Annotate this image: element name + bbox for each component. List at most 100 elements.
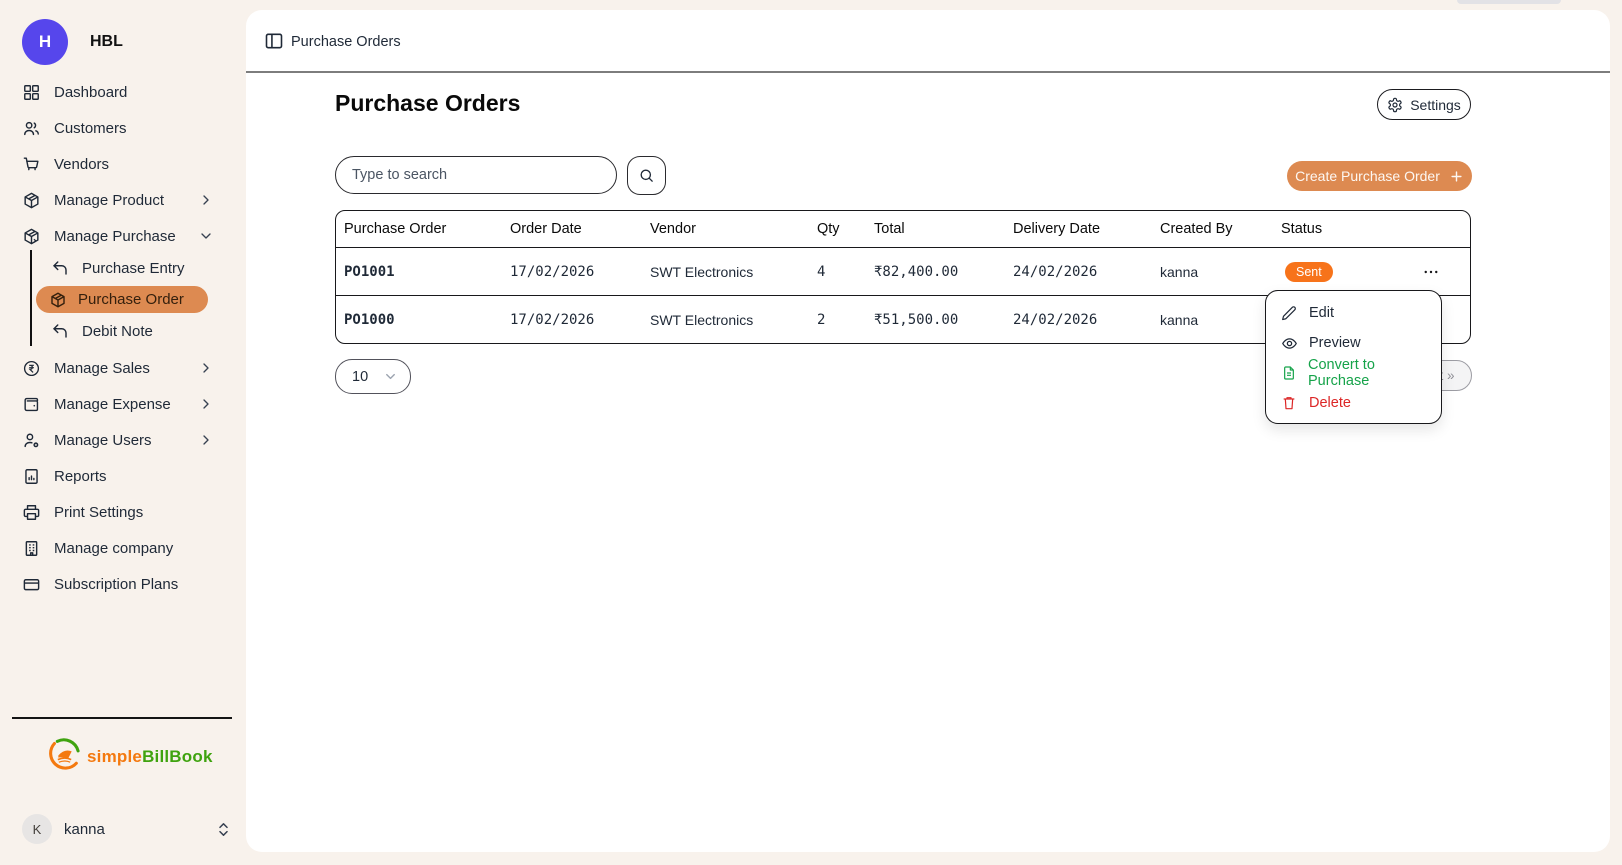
cell-delivery-date: 24/02/2026 — [1013, 248, 1160, 296]
chevron-down-icon — [383, 369, 398, 384]
users-icon — [22, 119, 41, 138]
cell-delivery-date: 24/02/2026 — [1013, 296, 1160, 344]
context-menu-label: Edit — [1309, 305, 1334, 321]
topbar-divider — [246, 71, 1610, 73]
create-purchase-order-button[interactable]: Create Purchase Order — [1287, 161, 1472, 191]
settings-button[interactable]: Settings — [1377, 89, 1471, 120]
sidebar-item-reports[interactable]: Reports — [22, 463, 236, 489]
sidebar-item-label: Manage Purchase — [54, 228, 176, 245]
context-menu-label: Preview — [1309, 335, 1361, 351]
col-purchase-order: Purchase Order — [335, 210, 510, 248]
sidebar-item-manage-users[interactable]: Manage Users — [22, 427, 236, 453]
col-delivery-date: Delivery Date — [1013, 210, 1160, 248]
cart-icon — [22, 155, 41, 174]
create-label: Create Purchase Order — [1295, 168, 1440, 184]
logo-mark-icon — [46, 736, 83, 778]
gear-icon — [1387, 97, 1403, 113]
company-avatar[interactable]: H — [22, 19, 68, 65]
sidebar-item-label: Manage Users — [54, 432, 152, 449]
app-screen: H HBL Dashboard Customers Vendors — [0, 0, 1622, 865]
col-order-date: Order Date — [510, 210, 650, 248]
cell-order-date: 17/02/2026 — [510, 296, 650, 344]
cell-created-by: kanna — [1160, 296, 1281, 344]
cell-order-date: 17/02/2026 — [510, 248, 650, 296]
row-context-menu: Edit Preview Convert to Purchase Delete — [1265, 290, 1442, 424]
col-created-by: Created By — [1160, 210, 1281, 248]
sidebar-item-label: Debit Note — [82, 323, 153, 340]
col-qty: Qty — [817, 210, 874, 248]
sidebar-item-manage-purchase[interactable]: Manage Purchase — [22, 223, 236, 249]
sidebar-item-label: Dashboard — [54, 84, 127, 101]
company-name: HBL — [90, 33, 123, 51]
report-icon — [22, 467, 41, 486]
cell-actions — [1390, 248, 1471, 296]
sidebar-item-customers[interactable]: Customers — [22, 115, 236, 141]
cell-total: ₹51,500.00 — [874, 296, 1013, 344]
cell-po-number: PO1000 — [335, 296, 510, 344]
building-icon — [22, 539, 41, 558]
context-menu-convert-to-purchase[interactable]: Convert to Purchase — [1266, 358, 1441, 388]
sidebar-item-label: Purchase Order — [78, 291, 184, 308]
sidebar: H HBL Dashboard Customers Vendors — [0, 0, 246, 865]
sidebar-item-label: Vendors — [54, 156, 109, 173]
sidebar-item-manage-sales[interactable]: Manage Sales — [22, 355, 236, 381]
submenu-tree-line — [30, 250, 32, 346]
cell-created-by: kanna — [1160, 248, 1281, 296]
sidebar-item-debit-note[interactable]: Debit Note — [50, 318, 236, 344]
table-row: PO1001 17/02/2026 SWT Electronics 4 ₹82,… — [335, 248, 1471, 296]
app-logo: simpleBillBook — [46, 736, 213, 778]
cell-vendor: SWT Electronics — [650, 296, 817, 344]
cell-total: ₹82,400.00 — [874, 248, 1013, 296]
sidebar-item-label: Purchase Entry — [82, 260, 185, 277]
brand-row: H HBL — [22, 19, 123, 65]
sidebar-divider — [12, 717, 232, 719]
grid-icon — [22, 83, 41, 102]
sidebar-item-manage-product[interactable]: Manage Product — [22, 187, 236, 213]
user-avatar: K — [22, 814, 52, 844]
package-icon — [49, 291, 67, 309]
chevrons-up-down-icon — [215, 821, 232, 838]
search-input[interactable] — [335, 156, 617, 194]
search-button[interactable] — [627, 156, 666, 195]
sidebar-item-label: Manage Expense — [54, 396, 171, 413]
wallet-icon — [22, 395, 41, 414]
context-menu-label: Convert to Purchase — [1308, 357, 1426, 389]
sidebar-item-vendors[interactable]: Vendors — [22, 151, 236, 177]
cell-qty: 2 — [817, 296, 874, 344]
sidebar-item-manage-company[interactable]: Manage company — [22, 535, 236, 561]
user-name: kanna — [64, 821, 105, 838]
credit-card-icon — [22, 575, 41, 594]
context-menu-edit[interactable]: Edit — [1266, 298, 1441, 328]
context-menu-delete[interactable]: Delete — [1266, 388, 1441, 418]
context-menu-preview[interactable]: Preview — [1266, 328, 1441, 358]
chevron-down-icon — [198, 228, 214, 244]
sidebar-item-dashboard[interactable]: Dashboard — [22, 79, 236, 105]
page-size-select[interactable]: 10 — [335, 359, 411, 394]
logo-text: simpleBillBook — [87, 747, 213, 767]
corner-up-left-icon — [50, 322, 69, 341]
page-title: Purchase Orders — [335, 90, 520, 117]
sidebar-item-manage-expense[interactable]: Manage Expense — [22, 391, 236, 417]
eye-icon — [1281, 335, 1298, 352]
status-badge: Sent — [1285, 262, 1333, 282]
table-header-row: Purchase Order Order Date Vendor Qty Tot… — [335, 210, 1471, 248]
row-menu-ellipsis-icon[interactable] — [1390, 263, 1471, 281]
sidebar-item-label: Manage Sales — [54, 360, 150, 377]
topbar: Purchase Orders — [246, 10, 1610, 71]
sidebar-item-label: Reports — [54, 468, 107, 485]
scrollbar-artifact — [1457, 0, 1561, 4]
sidebar-item-label: Manage company — [54, 540, 173, 557]
sidebar-item-subscription-plans[interactable]: Subscription Plans — [22, 571, 236, 597]
search-icon — [638, 167, 655, 184]
sidebar-item-purchase-order-active[interactable]: Purchase Order — [36, 286, 208, 313]
col-status: Status — [1281, 210, 1390, 248]
sidebar-toggle-icon[interactable] — [264, 31, 284, 51]
cell-po-number: PO1001 — [335, 248, 510, 296]
sidebar-item-purchase-entry[interactable]: Purchase Entry — [50, 255, 236, 281]
breadcrumb: Purchase Orders — [291, 34, 401, 50]
sidebar-item-print-settings[interactable]: Print Settings — [22, 499, 236, 525]
user-menu[interactable]: K kanna — [22, 813, 232, 845]
cell-status: Sent — [1281, 248, 1390, 296]
col-total: Total — [874, 210, 1013, 248]
sidebar-item-label: Subscription Plans — [54, 576, 178, 593]
